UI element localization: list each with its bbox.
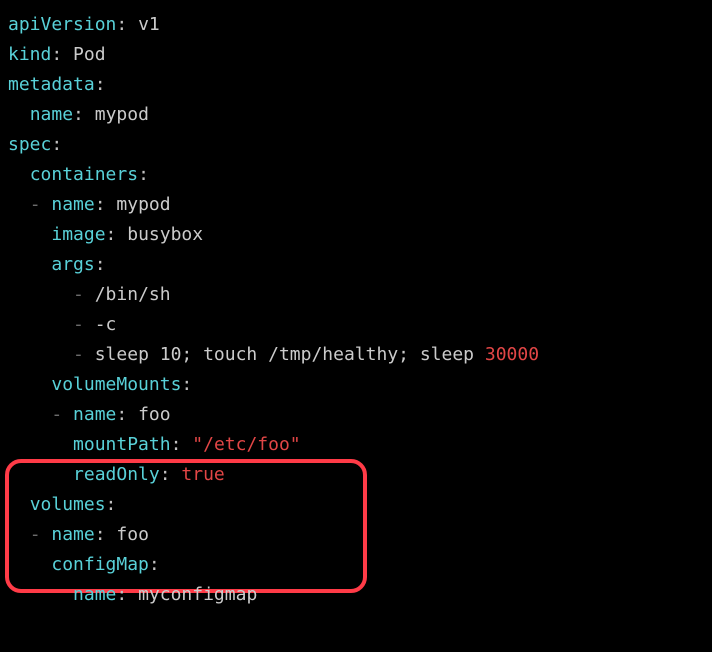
key-apiVersion: apiVersion	[8, 14, 116, 35]
colon: :	[160, 464, 171, 485]
line-containers-name: - name: mypod	[8, 194, 171, 215]
value-arg-2-number: 30000	[485, 344, 539, 365]
line-kind: kind: Pod	[8, 44, 106, 65]
key-container-args: args	[51, 254, 94, 275]
dash: -	[73, 314, 84, 335]
colon: :	[95, 194, 106, 215]
colon: :	[106, 494, 117, 515]
value-vol-cm-name: myconfigmap	[138, 584, 257, 605]
line-volumeMounts-readOnly: readOnly: true	[8, 464, 225, 485]
line-volumes: volumes:	[8, 494, 116, 515]
colon: :	[138, 164, 149, 185]
line-args-1: - -c	[8, 314, 116, 335]
dash: -	[73, 284, 84, 305]
line-metadata: metadata:	[8, 74, 106, 95]
value-vm-mountPath: "/etc/foo"	[192, 434, 300, 455]
value-container-image: busybox	[127, 224, 203, 245]
colon: :	[106, 224, 117, 245]
value-vm-name: foo	[138, 404, 171, 425]
line-volumes-configMap-name: name: myconfigmap	[8, 584, 257, 605]
dash: -	[73, 344, 84, 365]
key-vm-readOnly: readOnly	[73, 464, 160, 485]
line-volumes-configMap: configMap:	[8, 554, 160, 575]
key-kind: kind	[8, 44, 51, 65]
dash: -	[30, 194, 41, 215]
value-arg-2: sleep 10; touch /tmp/healthy; sleep	[95, 344, 485, 365]
line-args-2: - sleep 10; touch /tmp/healthy; sleep 30…	[8, 344, 539, 365]
line-metadata-name: name: mypod	[8, 104, 149, 125]
value-vm-readOnly: true	[181, 464, 224, 485]
dash: -	[51, 404, 62, 425]
key-vol-configMap: configMap	[51, 554, 149, 575]
line-volumeMounts: volumeMounts:	[8, 374, 192, 395]
colon: :	[171, 434, 182, 455]
line-apiVersion: apiVersion: v1	[8, 14, 160, 35]
value-vol-name: foo	[116, 524, 149, 545]
yaml-code-block: apiVersion: v1 kind: Pod metadata: name:…	[0, 0, 712, 620]
key-volumeMounts: volumeMounts	[51, 374, 181, 395]
colon: :	[116, 584, 127, 605]
colon: :	[95, 74, 106, 95]
value-kind: Pod	[73, 44, 106, 65]
key-vm-name: name	[73, 404, 116, 425]
colon: :	[116, 14, 127, 35]
value-arg-0: /bin/sh	[95, 284, 171, 305]
line-volumeMounts-mountPath: mountPath: "/etc/foo"	[8, 434, 301, 455]
key-spec: spec	[8, 134, 51, 155]
line-volumes-name: - name: foo	[8, 524, 149, 545]
colon: :	[95, 524, 106, 545]
colon: :	[181, 374, 192, 395]
key-container-image: image	[51, 224, 105, 245]
value-arg-1: -c	[95, 314, 117, 335]
line-args-0: - /bin/sh	[8, 284, 171, 305]
colon: :	[73, 104, 84, 125]
key-vol-cm-name: name	[73, 584, 116, 605]
key-vol-name: name	[51, 524, 94, 545]
key-metadata: metadata	[8, 74, 95, 95]
value-metadata-name: mypod	[95, 104, 149, 125]
key-container-name: name	[51, 194, 94, 215]
line-containers-args: args:	[8, 254, 106, 275]
line-volumeMounts-name: - name: foo	[8, 404, 171, 425]
value-container-name: mypod	[116, 194, 170, 215]
line-containers-image: image: busybox	[8, 224, 203, 245]
colon: :	[51, 134, 62, 155]
key-vm-mountPath: mountPath	[73, 434, 171, 455]
key-metadata-name: name	[30, 104, 73, 125]
colon: :	[51, 44, 62, 65]
key-volumes: volumes	[30, 494, 106, 515]
line-containers: containers:	[8, 164, 149, 185]
value-apiVersion: v1	[138, 14, 160, 35]
line-spec: spec:	[8, 134, 62, 155]
key-containers: containers	[30, 164, 138, 185]
colon: :	[149, 554, 160, 575]
dash: -	[30, 524, 41, 545]
colon: :	[116, 404, 127, 425]
colon: :	[95, 254, 106, 275]
